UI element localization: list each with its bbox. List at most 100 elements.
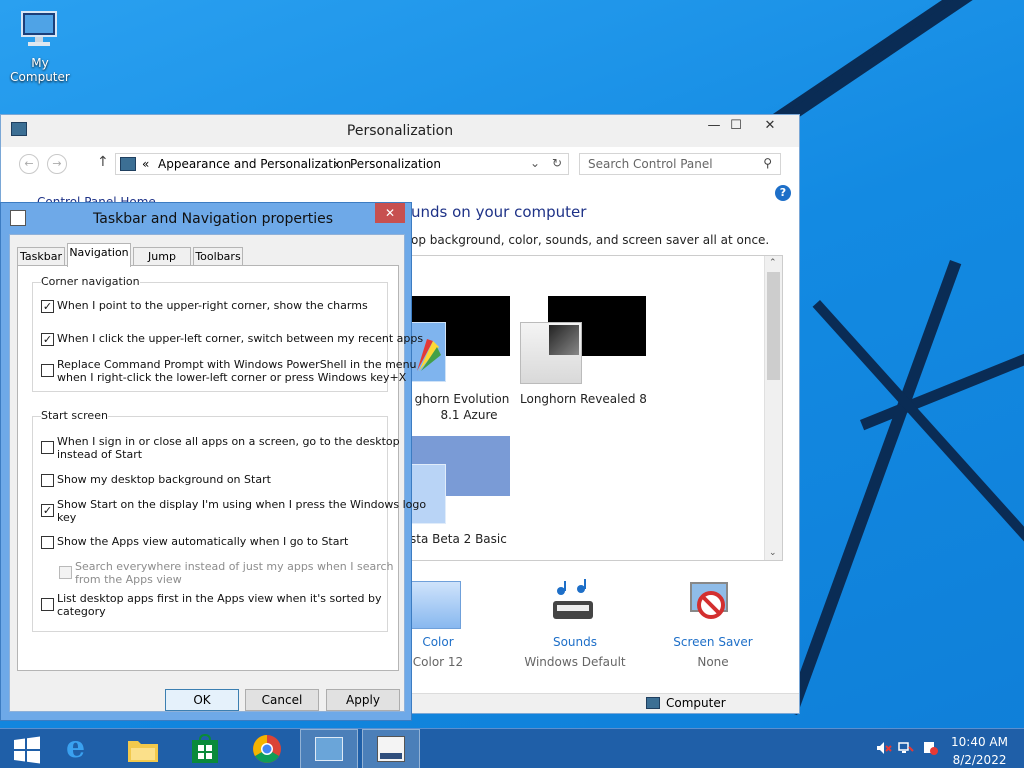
clock[interactable]: 10:40 AM 8/2/2022 — [951, 735, 1008, 767]
breadcrumb-separator: › — [334, 157, 339, 171]
checklist-taskbar-icon — [377, 736, 405, 762]
status-text: Computer — [666, 696, 726, 710]
internet-explorer-taskbar-button[interactable]: e — [52, 729, 110, 768]
checklist-icon — [10, 210, 26, 226]
search-input[interactable]: Search Control Panel ⚲ — [579, 153, 781, 175]
chrome-taskbar-button[interactable] — [238, 729, 296, 768]
option-go-to-desktop-text-1: When I sign in or close all apps on a sc… — [57, 435, 400, 448]
checkbox-desktop-apps-first[interactable] — [41, 598, 54, 611]
sounds-item-value: Windows Default — [524, 655, 626, 669]
option-desktop-background-text: Show my desktop background on Start — [57, 473, 271, 486]
option-desktop-apps-first-text-1: List desktop apps first in the Apps view… — [57, 592, 382, 605]
start-screen-group: Start screen When I sign in or close all… — [32, 409, 426, 632]
checkbox-start-on-display[interactable]: ✓ — [41, 504, 54, 517]
maximize-button[interactable]: ☐ — [721, 115, 751, 137]
corner-navigation-label: Corner navigation — [41, 275, 140, 288]
internet-explorer-icon: e — [66, 730, 86, 765]
scroll-down-icon[interactable]: ⌄ — [769, 548, 777, 558]
tab-jump-lists[interactable]: Jump Lists — [133, 247, 191, 280]
ok-button[interactable]: OK — [165, 689, 239, 711]
store-taskbar-button[interactable] — [176, 729, 234, 768]
my-computer-desktop-icon[interactable]: My Computer — [2, 8, 78, 84]
option-recent-apps-text: When I click the upper-left corner, swit… — [57, 332, 424, 345]
store-icon — [192, 734, 218, 763]
back-button[interactable]: ← — [19, 154, 39, 174]
breadcrumb-personalization[interactable]: Personalization — [350, 157, 441, 171]
control-panel-titlebar[interactable]: Personalization — ☐ ✕ — [1, 115, 799, 147]
navigation-tab-panel: Corner navigation ✓ When I point to the … — [17, 265, 426, 671]
clock-date: 8/2/2022 — [952, 753, 1007, 767]
themes-scrollbar[interactable]: ⌃ ⌄ — [764, 256, 782, 560]
screen-saver-icon[interactable] — [687, 579, 737, 629]
themes-list: ghorn Evolution 8.1 Azure Longhorn Revea… — [409, 255, 783, 561]
option-go-to-desktop-text-2: instead of Start — [57, 448, 143, 461]
corner-navigation-group: Corner navigation ✓ When I point to the … — [32, 275, 423, 392]
windows-logo-icon — [14, 736, 40, 764]
color-swatch-icon[interactable] — [409, 581, 461, 629]
sounds-icon[interactable] — [547, 579, 601, 629]
dialog-close-button[interactable]: ✕ — [375, 203, 405, 223]
volume-muted-icon[interactable] — [876, 741, 892, 755]
option-desktop-apps-first-text-2: category — [57, 605, 106, 618]
checkbox-go-to-desktop[interactable] — [41, 441, 54, 454]
theme-revealed-label: Longhorn Revealed 8 — [520, 392, 647, 406]
screen-saver-item[interactable]: Screen Saver None — [658, 635, 768, 669]
sounds-item[interactable]: Sounds Windows Default — [520, 635, 630, 669]
breadcrumb-appearance[interactable]: Appearance and Personalization — [158, 157, 351, 171]
dialog-titlebar[interactable]: Taskbar and Navigation properties ✕ — [1, 203, 411, 235]
computer-small-icon — [646, 697, 660, 709]
folder-icon — [128, 741, 158, 762]
chrome-icon — [253, 735, 281, 763]
control-panel-title: Personalization — [346, 123, 454, 139]
help-icon[interactable]: ? — [775, 185, 791, 201]
checkbox-recent-apps[interactable]: ✓ — [41, 333, 54, 346]
forward-button[interactable]: → — [47, 154, 67, 174]
dialog-body: Taskbar Navigation Jump Lists Toolbars C… — [9, 234, 426, 712]
up-arrow-icon[interactable]: ↑ — [97, 154, 109, 170]
action-center-icon[interactable] — [922, 741, 938, 755]
option-show-charms-text: When I point to the upper-right corner, … — [57, 299, 368, 312]
control-panel-small-icon — [120, 157, 136, 171]
taskbar-properties-taskbar-button[interactable] — [362, 729, 420, 768]
screen-saver-item-value: None — [697, 655, 729, 669]
address-bar-row: ← → ↑ « Appearance and Personalization ›… — [1, 151, 799, 181]
option-start-on-display-text-2: key — [57, 511, 77, 524]
theme-evolution-window-preview — [410, 322, 446, 382]
address-box[interactable]: « Appearance and Personalization › Perso… — [115, 153, 569, 175]
taskbar-properties-dialog: Taskbar and Navigation properties ✕ Task… — [0, 202, 426, 721]
tab-toolbars[interactable]: Toolbars — [193, 247, 243, 266]
chevron-down-icon[interactable]: ⌄ — [530, 156, 540, 170]
tab-navigation[interactable]: Navigation — [67, 243, 131, 267]
scroll-up-icon[interactable]: ⌃ — [769, 258, 777, 268]
clock-time: 10:40 AM — [951, 735, 1008, 749]
checkbox-desktop-background[interactable] — [41, 474, 54, 487]
address-prefix: « — [142, 157, 150, 171]
network-icon[interactable] — [898, 741, 914, 755]
theme-evolution-label-1: ghorn Evolution — [414, 392, 510, 406]
theme-revealed-window-preview — [520, 322, 582, 384]
checkbox-powershell[interactable] — [41, 364, 54, 377]
checkbox-search-everywhere — [59, 566, 72, 579]
option-search-everywhere-text-1: Search everywhere instead of just my app… — [75, 560, 394, 573]
refresh-icon[interactable]: ↻ — [552, 156, 562, 170]
page-subtext: op background, color, sounds, and screen… — [411, 233, 770, 247]
checkbox-show-charms[interactable]: ✓ — [41, 300, 54, 313]
control-panel-taskbar-button[interactable] — [300, 729, 358, 768]
my-computer-label: My Computer — [10, 56, 70, 84]
cancel-button[interactable]: Cancel — [245, 689, 319, 711]
theme-vista-label: sta Beta 2 Basic — [410, 532, 507, 546]
option-apps-view-text: Show the Apps view automatically when I … — [57, 535, 349, 548]
option-powershell-text-2: when I right-click the lower-left corner… — [57, 371, 407, 384]
file-explorer-taskbar-button[interactable] — [114, 729, 172, 768]
tab-taskbar[interactable]: Taskbar — [17, 247, 65, 266]
dialog-title: Taskbar and Navigation properties — [93, 211, 334, 227]
scroll-thumb[interactable] — [767, 272, 780, 380]
computer-icon — [18, 8, 62, 52]
page-heading: unds on your computer — [411, 203, 587, 221]
theme-evolution-label-2: 8.1 Azure — [440, 408, 498, 422]
apply-button[interactable]: Apply — [326, 689, 400, 711]
close-button[interactable]: ✕ — [755, 115, 785, 137]
checkbox-apps-view[interactable] — [41, 536, 54, 549]
start-screen-label: Start screen — [41, 409, 108, 422]
start-button[interactable] — [0, 729, 58, 768]
